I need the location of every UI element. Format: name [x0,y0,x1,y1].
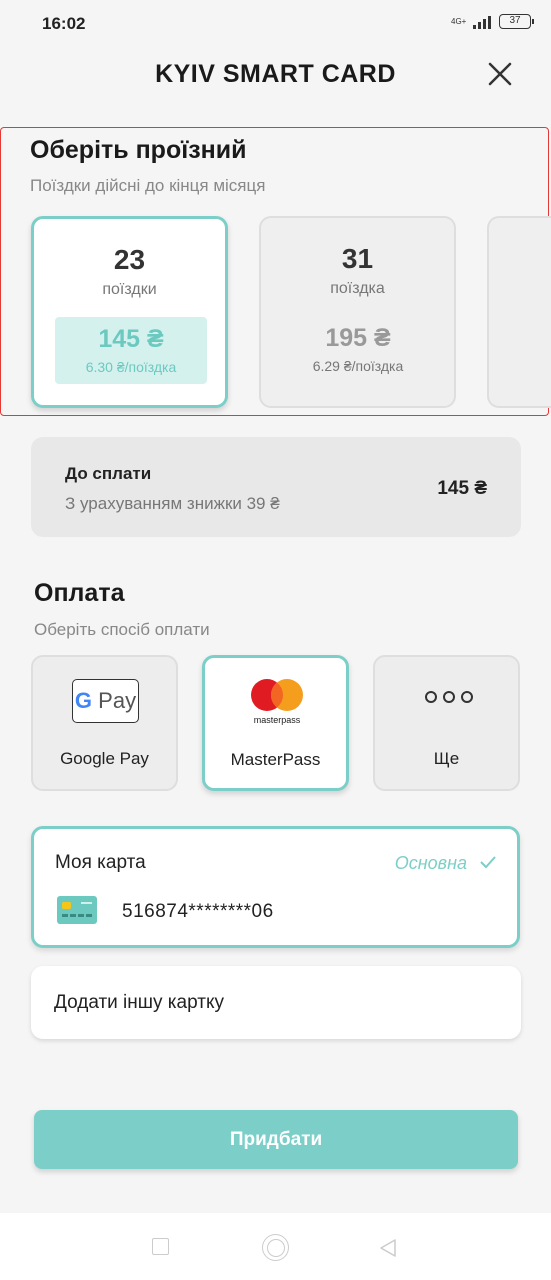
payment-method-masterpass[interactable]: masterpass MasterPass [202,655,349,791]
payment-method-more[interactable]: Ще [373,655,520,791]
signal-icon [473,15,491,29]
payment-method-label: MasterPass [230,750,321,769]
summary-total: 145 ₴ [437,478,487,499]
pass-price-box: 145 ₴ 6.30 ₴/поїздка [55,317,207,384]
buy-button[interactable]: Придбати [34,1110,518,1169]
default-card-label: Основна [394,853,467,873]
pass-option-partial[interactable]: 2 6. [487,216,551,408]
payment-method-label: Google Pay [60,749,149,768]
pass-price-per-trip: 6.29 ₴/поїздка [312,358,404,374]
payment-summary: До сплати З урахуванням знижки 39 ₴ 145 … [31,437,521,537]
battery-icon: 37 [499,14,534,29]
check-icon [480,856,496,869]
status-time: 16:02 [42,14,86,33]
pass-option[interactable]: 23 поїздки 145 ₴ 6.30 ₴/поїздка [31,216,228,408]
pass-section-title: Оберіть проїзний [30,136,247,164]
status-bar: 16:02 4G+ 37 [0,0,551,48]
add-card-label: Додати іншу картку [54,992,224,1013]
pass-price: 145 ₴ [98,325,164,353]
pass-section-subtitle: Поїздки дійсні до кінця місяця [30,176,266,195]
add-card-button[interactable]: Додати іншу картку [31,966,521,1039]
pass-option[interactable]: 31 поїздка 195 ₴ 6.29 ₴/поїздка [259,216,456,408]
saved-card[interactable]: Моя карта Основна 516874********06 [31,826,520,948]
credit-card-icon [57,896,97,924]
pass-price: 2 [504,324,551,353]
status-icons: 4G+ 37 [451,14,534,29]
payment-section-subtitle: Оберіть спосіб оплати [34,620,210,639]
pass-price-box: 195 ₴ 6.29 ₴/поїздка [282,316,434,383]
payment-method-label: Ще [433,749,460,768]
network-type: 4G+ [451,16,467,26]
pass-trip-count: 31 [341,243,374,274]
close-icon [488,62,512,86]
summary-label: До сплати [65,464,152,483]
pass-price-per-trip: 6. [504,358,551,374]
card-number: 516874********06 [122,901,274,922]
svg-text:masterpass: masterpass [254,715,301,725]
pass-price: 195 ₴ [325,324,391,352]
more-dots-icon [425,691,473,703]
saved-card-title: Моя карта [55,852,146,873]
payment-section-title: Оплата [34,579,125,607]
pass-trip-unit: поїздки [102,281,157,298]
home-icon[interactable] [262,1234,289,1261]
close-button[interactable] [484,58,516,90]
system-nav-bar [0,1213,551,1280]
pass-trip-unit: поїздка [330,280,385,297]
recent-apps-icon[interactable] [152,1238,169,1255]
payment-method-google-pay[interactable]: G Pay Google Pay [31,655,178,791]
back-icon[interactable] [378,1238,398,1258]
pass-price-box: 2 6. [510,316,551,383]
masterpass-logo: masterpass [251,679,303,725]
pass-trip-count: 23 [113,244,146,275]
summary-discount: З урахуванням знижки 39 ₴ [65,494,280,513]
page-title: KYIV SMART CARD [155,60,396,88]
pass-price-per-trip: 6.30 ₴/поїздка [85,359,177,375]
google-pay-logo: G Pay [72,679,139,723]
